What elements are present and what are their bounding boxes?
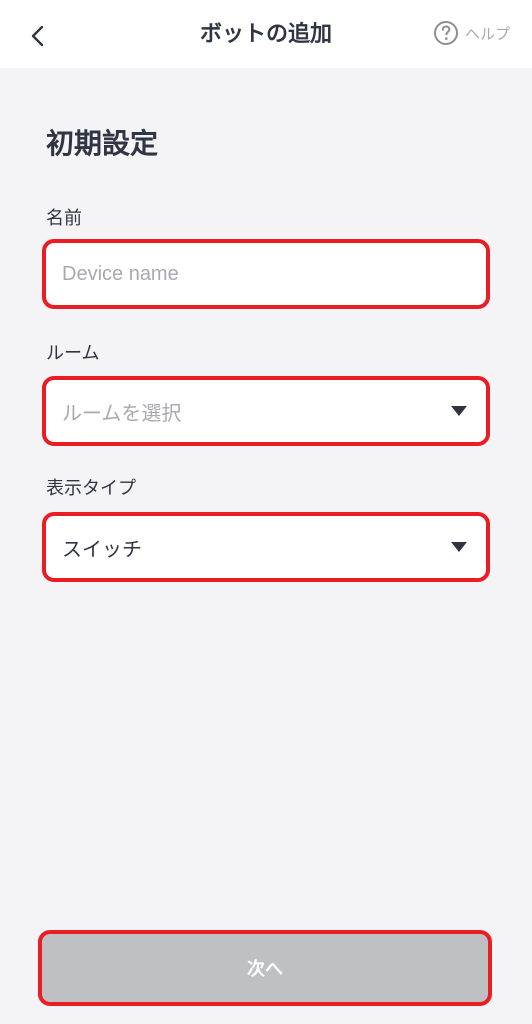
name-label: 名前 <box>46 208 82 229</box>
room-label: ルーム <box>46 343 100 364</box>
room-dropdown-caret <box>450 380 468 442</box>
name-input[interactable] <box>60 253 472 295</box>
name-field[interactable] <box>42 239 490 309</box>
display-type-dropdown-caret <box>450 516 468 578</box>
caret-down-icon <box>451 406 467 416</box>
top-bar: ボットの追加 ヘルプ <box>0 0 532 68</box>
next-button[interactable]: 次へ <box>38 930 492 1006</box>
help-button[interactable]: ヘルプ <box>433 20 510 46</box>
caret-down-icon <box>451 542 467 552</box>
question-circle-icon <box>433 21 458 45</box>
section-title: 初期設定 <box>46 127 159 160</box>
next-button-label: 次へ <box>247 959 283 980</box>
room-select[interactable]: ルームを選択 <box>42 376 490 446</box>
display-type-value: スイッチ <box>62 536 142 561</box>
display-type-select[interactable]: スイッチ <box>42 512 490 582</box>
display-type-label: 表示タイプ <box>46 478 136 499</box>
room-placeholder: ルームを選択 <box>62 400 182 425</box>
help-label: ヘルプ <box>464 24 510 43</box>
